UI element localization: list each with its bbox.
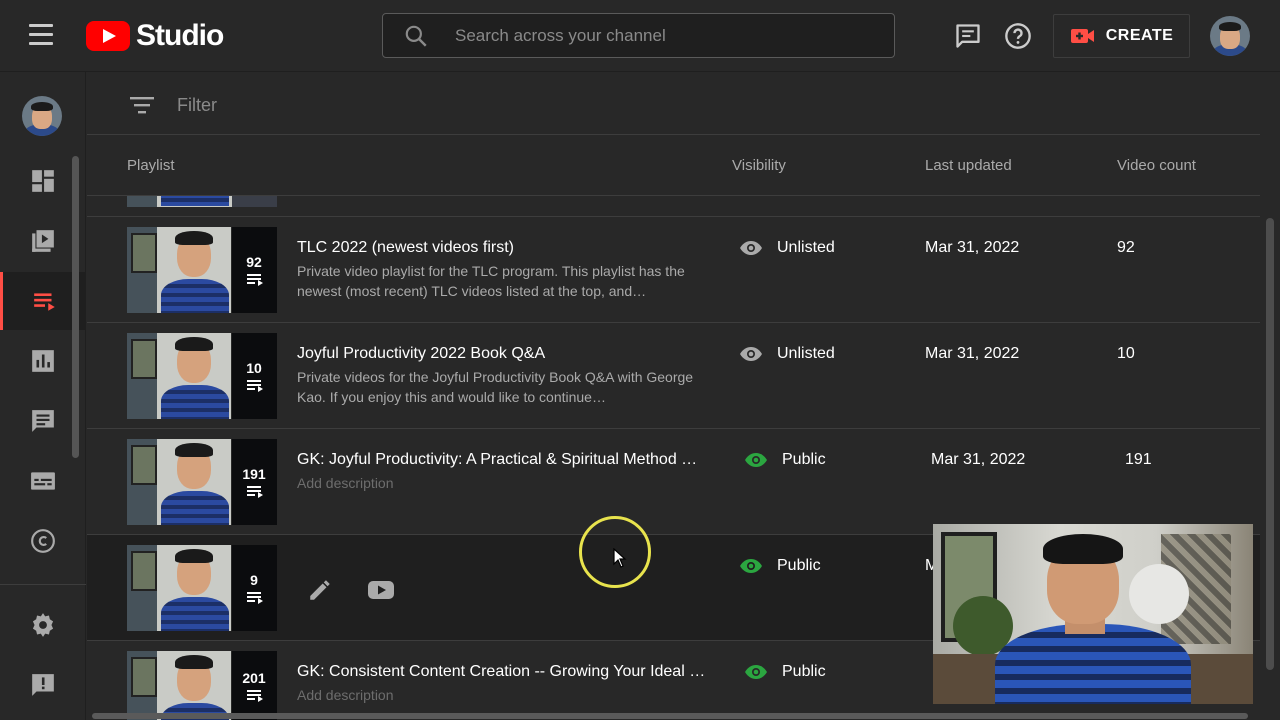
playlist-thumbnail[interactable]: 10 — [127, 333, 277, 419]
thumbnail-video-count: 10 — [246, 360, 262, 376]
search-input[interactable] — [453, 24, 873, 47]
playlist-icon — [247, 592, 263, 604]
help-icon[interactable] — [1004, 22, 1032, 50]
youtube-logo-icon — [86, 21, 130, 51]
table-row[interactable]: 191 GK: Joyful Productivity: A Practical… — [87, 429, 1260, 535]
comments-icon — [32, 410, 54, 432]
analytics-icon — [32, 350, 54, 372]
sidebar-item-subtitles[interactable] — [0, 452, 86, 510]
sidebar-scrollbar[interactable] — [72, 156, 79, 458]
thumbnail-count-overlay: 92 — [231, 227, 277, 313]
thumbnail-video-count: 9 — [250, 572, 258, 588]
horizontal-scrollbar[interactable] — [92, 713, 1248, 719]
thumbnail-video-count: 201 — [242, 669, 266, 686]
thumbnail-count-overlay: 10 — [231, 333, 277, 419]
hamburger-menu-icon[interactable] — [26, 24, 56, 48]
sidebar — [0, 72, 86, 720]
playlist-icon — [247, 486, 263, 498]
playlist-title[interactable]: GK: Consistent Content Creation -- Growi… — [297, 663, 707, 681]
playlist-title[interactable]: Joyful Productivity 2022 Book Q&A — [297, 345, 707, 363]
mouse-cursor-icon — [613, 548, 627, 568]
visibility-cell: Unlisted — [739, 345, 835, 363]
subtitles-icon — [31, 472, 55, 490]
visibility-cell: Public — [744, 663, 826, 681]
sidebar-item-copyright[interactable] — [0, 512, 86, 570]
filter-icon[interactable] — [129, 95, 155, 115]
column-header-last-updated[interactable]: Last updated — [925, 157, 1012, 174]
create-video-icon — [1070, 29, 1094, 43]
visibility-label: Public — [777, 557, 821, 574]
column-header-visibility[interactable]: Visibility — [732, 157, 786, 174]
visibility-label: Unlisted — [777, 239, 835, 256]
dashboard-icon — [32, 170, 54, 192]
visibility-label: Unlisted — [777, 345, 835, 362]
eye-icon — [745, 665, 767, 679]
thumbnail-count-overlay: 9 — [231, 545, 277, 631]
playlist-thumbnail[interactable] — [127, 196, 277, 207]
thumbnail-count-overlay: 201 — [231, 651, 277, 720]
visibility-label: Public — [782, 451, 826, 468]
filter-bar[interactable]: Filter — [87, 73, 1260, 135]
sidebar-item-settings[interactable] — [0, 596, 86, 654]
feedback-messages-icon[interactable] — [954, 22, 982, 50]
sidebar-item-feedback[interactable] — [0, 656, 86, 714]
playlist-description[interactable]: Add description — [297, 473, 707, 493]
eye-icon — [745, 453, 767, 467]
playlist-thumbnail[interactable]: 9 — [127, 545, 277, 631]
thumbnail-video-count: 191 — [242, 466, 266, 482]
playlist-title[interactable]: TLC 2022 (newest videos first) — [297, 239, 707, 257]
channel-avatar[interactable] — [22, 96, 62, 136]
search-box[interactable] — [382, 13, 895, 58]
webcam-overlay — [933, 524, 1253, 704]
column-header-playlist: Playlist — [127, 157, 175, 174]
thumbnail-video-count: 92 — [246, 254, 262, 270]
gear-icon — [32, 613, 54, 637]
table-row[interactable]: 92 TLC 2022 (newest videos first) Privat… — [87, 217, 1260, 323]
logo-text: Studio — [136, 19, 224, 52]
playlist-description: Private videos for the Joyful Productivi… — [297, 369, 694, 405]
create-button[interactable]: CREATE — [1053, 14, 1190, 58]
youtube-view-icon[interactable] — [367, 580, 395, 605]
playlist-icon — [247, 274, 263, 286]
last-updated: Mar 31, 2022 — [925, 239, 1020, 256]
studio-logo[interactable]: Studio — [86, 19, 224, 52]
playlist-title[interactable]: GK: Joyful Productivity: A Practical & S… — [297, 451, 707, 469]
video-count: 10 — [1117, 345, 1135, 362]
eye-icon — [740, 241, 762, 255]
playlist-thumbnail[interactable]: 201 — [127, 651, 277, 720]
filter-placeholder: Filter — [177, 95, 217, 115]
table-scrollbar[interactable] — [1266, 218, 1274, 670]
feedback-icon — [32, 674, 54, 696]
video-count: 191 — [1125, 451, 1152, 468]
playlist-description: Private video playlist for the TLC progr… — [297, 263, 685, 299]
playlist-icon — [33, 293, 55, 311]
visibility-label: Public — [782, 663, 826, 680]
search-icon — [403, 23, 443, 49]
eye-icon — [740, 559, 762, 573]
top-bar: Studio CREATE — [0, 0, 1280, 72]
eye-icon — [740, 347, 762, 361]
playlist-icon — [247, 689, 263, 702]
row-actions — [307, 577, 429, 608]
video-library-icon — [32, 230, 54, 252]
create-label: CREATE — [1105, 27, 1174, 44]
visibility-cell: Unlisted — [739, 239, 835, 257]
playlist-thumbnail[interactable]: 191 — [127, 439, 277, 525]
playlist-icon — [247, 380, 263, 392]
table-row-partial[interactable] — [87, 196, 1260, 217]
video-count: 92 — [1117, 239, 1135, 256]
playlist-thumbnail[interactable]: 92 — [127, 227, 277, 313]
visibility-cell: Public — [744, 451, 826, 469]
sidebar-divider — [0, 584, 86, 585]
column-header-video-count[interactable]: Video count — [1117, 157, 1196, 174]
edit-pencil-icon[interactable] — [307, 577, 333, 608]
account-avatar[interactable] — [1210, 16, 1250, 56]
playlist-description[interactable]: Add description — [297, 685, 707, 705]
last-updated: Mar 31, 2022 — [925, 345, 1020, 362]
copyright-icon — [31, 529, 55, 553]
last-updated: Mar 31, 2022 — [931, 451, 1026, 468]
table-row[interactable]: 10 Joyful Productivity 2022 Book Q&A Pri… — [87, 323, 1260, 429]
visibility-cell: Public — [739, 557, 821, 575]
thumbnail-count-overlay: 191 — [231, 439, 277, 525]
